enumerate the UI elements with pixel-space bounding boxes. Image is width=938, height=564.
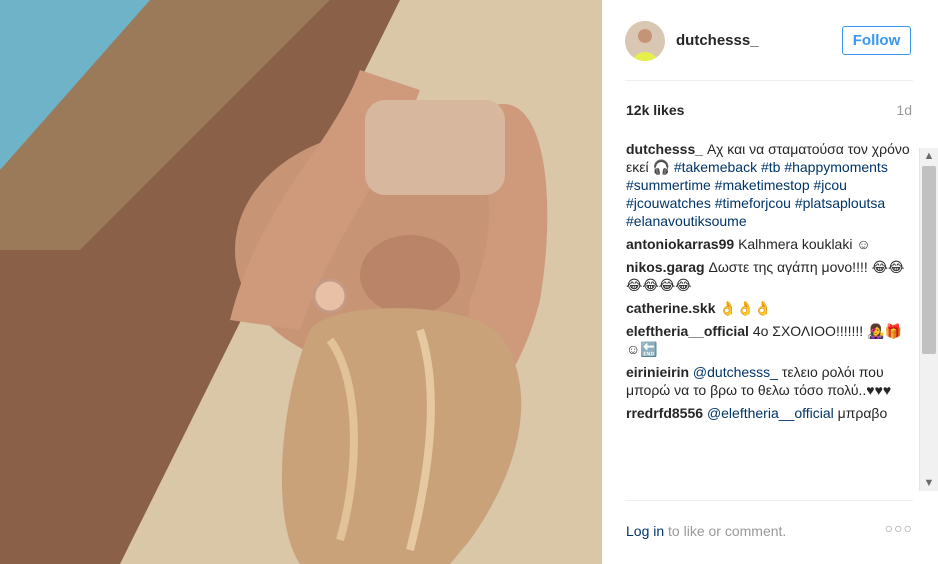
scroll-up-icon[interactable]: ▲ xyxy=(923,150,935,162)
comment: rredrfd8556 @eleftheria__official μπραβο xyxy=(626,404,916,422)
login-prompt: Log in to like or comment. xyxy=(626,523,786,539)
comment-username[interactable]: antoniokarras99 xyxy=(626,236,734,252)
divider xyxy=(625,500,913,501)
comment-mention[interactable]: @dutchesss_ xyxy=(693,364,778,380)
caption-username[interactable]: dutchesss_ xyxy=(626,141,703,157)
divider xyxy=(625,80,913,81)
scroll-down-icon[interactable]: ▼ xyxy=(923,477,935,489)
comment: nikos.garag Δωστε της αγάπη μονο!!!! 😂😂😂… xyxy=(626,258,916,294)
comment: eirinieirin @dutchesss_ τελειο ρολόι που… xyxy=(626,363,916,399)
comment: antoniokarras99 Kalhmera kouklaki ☺ xyxy=(626,235,916,253)
login-prompt-text: to like or comment. xyxy=(668,523,787,539)
comment-username[interactable]: nikos.garag xyxy=(626,259,705,275)
post-header: dutchesss_ Follow xyxy=(602,0,938,80)
comment-text: 👌👌👌 xyxy=(719,300,772,316)
follow-button[interactable]: Follow xyxy=(842,26,911,55)
comment-username[interactable]: eirinieirin xyxy=(626,364,689,380)
comment-username[interactable]: eleftheria__official xyxy=(626,323,749,339)
avatar-image xyxy=(625,21,665,61)
comment: eleftheria__official 4ο ΣΧΟΛΙΟΟ!!!!!!! 👩… xyxy=(626,322,916,358)
scroll-thumb[interactable] xyxy=(922,166,936,354)
watch xyxy=(312,278,348,314)
swimsuit xyxy=(365,100,505,195)
post-image xyxy=(0,0,602,564)
more-options-icon[interactable]: ○○○ xyxy=(885,520,913,536)
comment-username[interactable]: rredrfd8556 xyxy=(626,405,703,421)
comment: catherine.skk 👌👌👌 xyxy=(626,299,916,317)
comment-mention[interactable]: @eleftheria__official xyxy=(707,405,834,421)
username[interactable]: dutchesss_ xyxy=(676,32,759,49)
comment-text: μπραβο xyxy=(837,405,888,421)
comments-scrollbar[interactable]: ▲ ▼ xyxy=(919,148,938,491)
comment-text: Kalhmera kouklaki ☺ xyxy=(738,236,871,252)
post-photo[interactable] xyxy=(0,0,602,564)
caption: dutchesss_ Αχ και να σταματούσα τον χρόν… xyxy=(626,140,916,230)
post-side-panel: dutchesss_ Follow 12k likes 1d dutchesss… xyxy=(602,0,938,564)
comments-list: dutchesss_ Αχ και να σταματούσα τον χρόν… xyxy=(626,140,916,492)
login-link[interactable]: Log in xyxy=(626,523,664,539)
likes-count[interactable]: 12k likes xyxy=(626,102,684,118)
face xyxy=(360,235,460,315)
comment-username[interactable]: catherine.skk xyxy=(626,300,716,316)
post-time[interactable]: 1d xyxy=(896,102,912,118)
avatar[interactable] xyxy=(625,21,665,61)
